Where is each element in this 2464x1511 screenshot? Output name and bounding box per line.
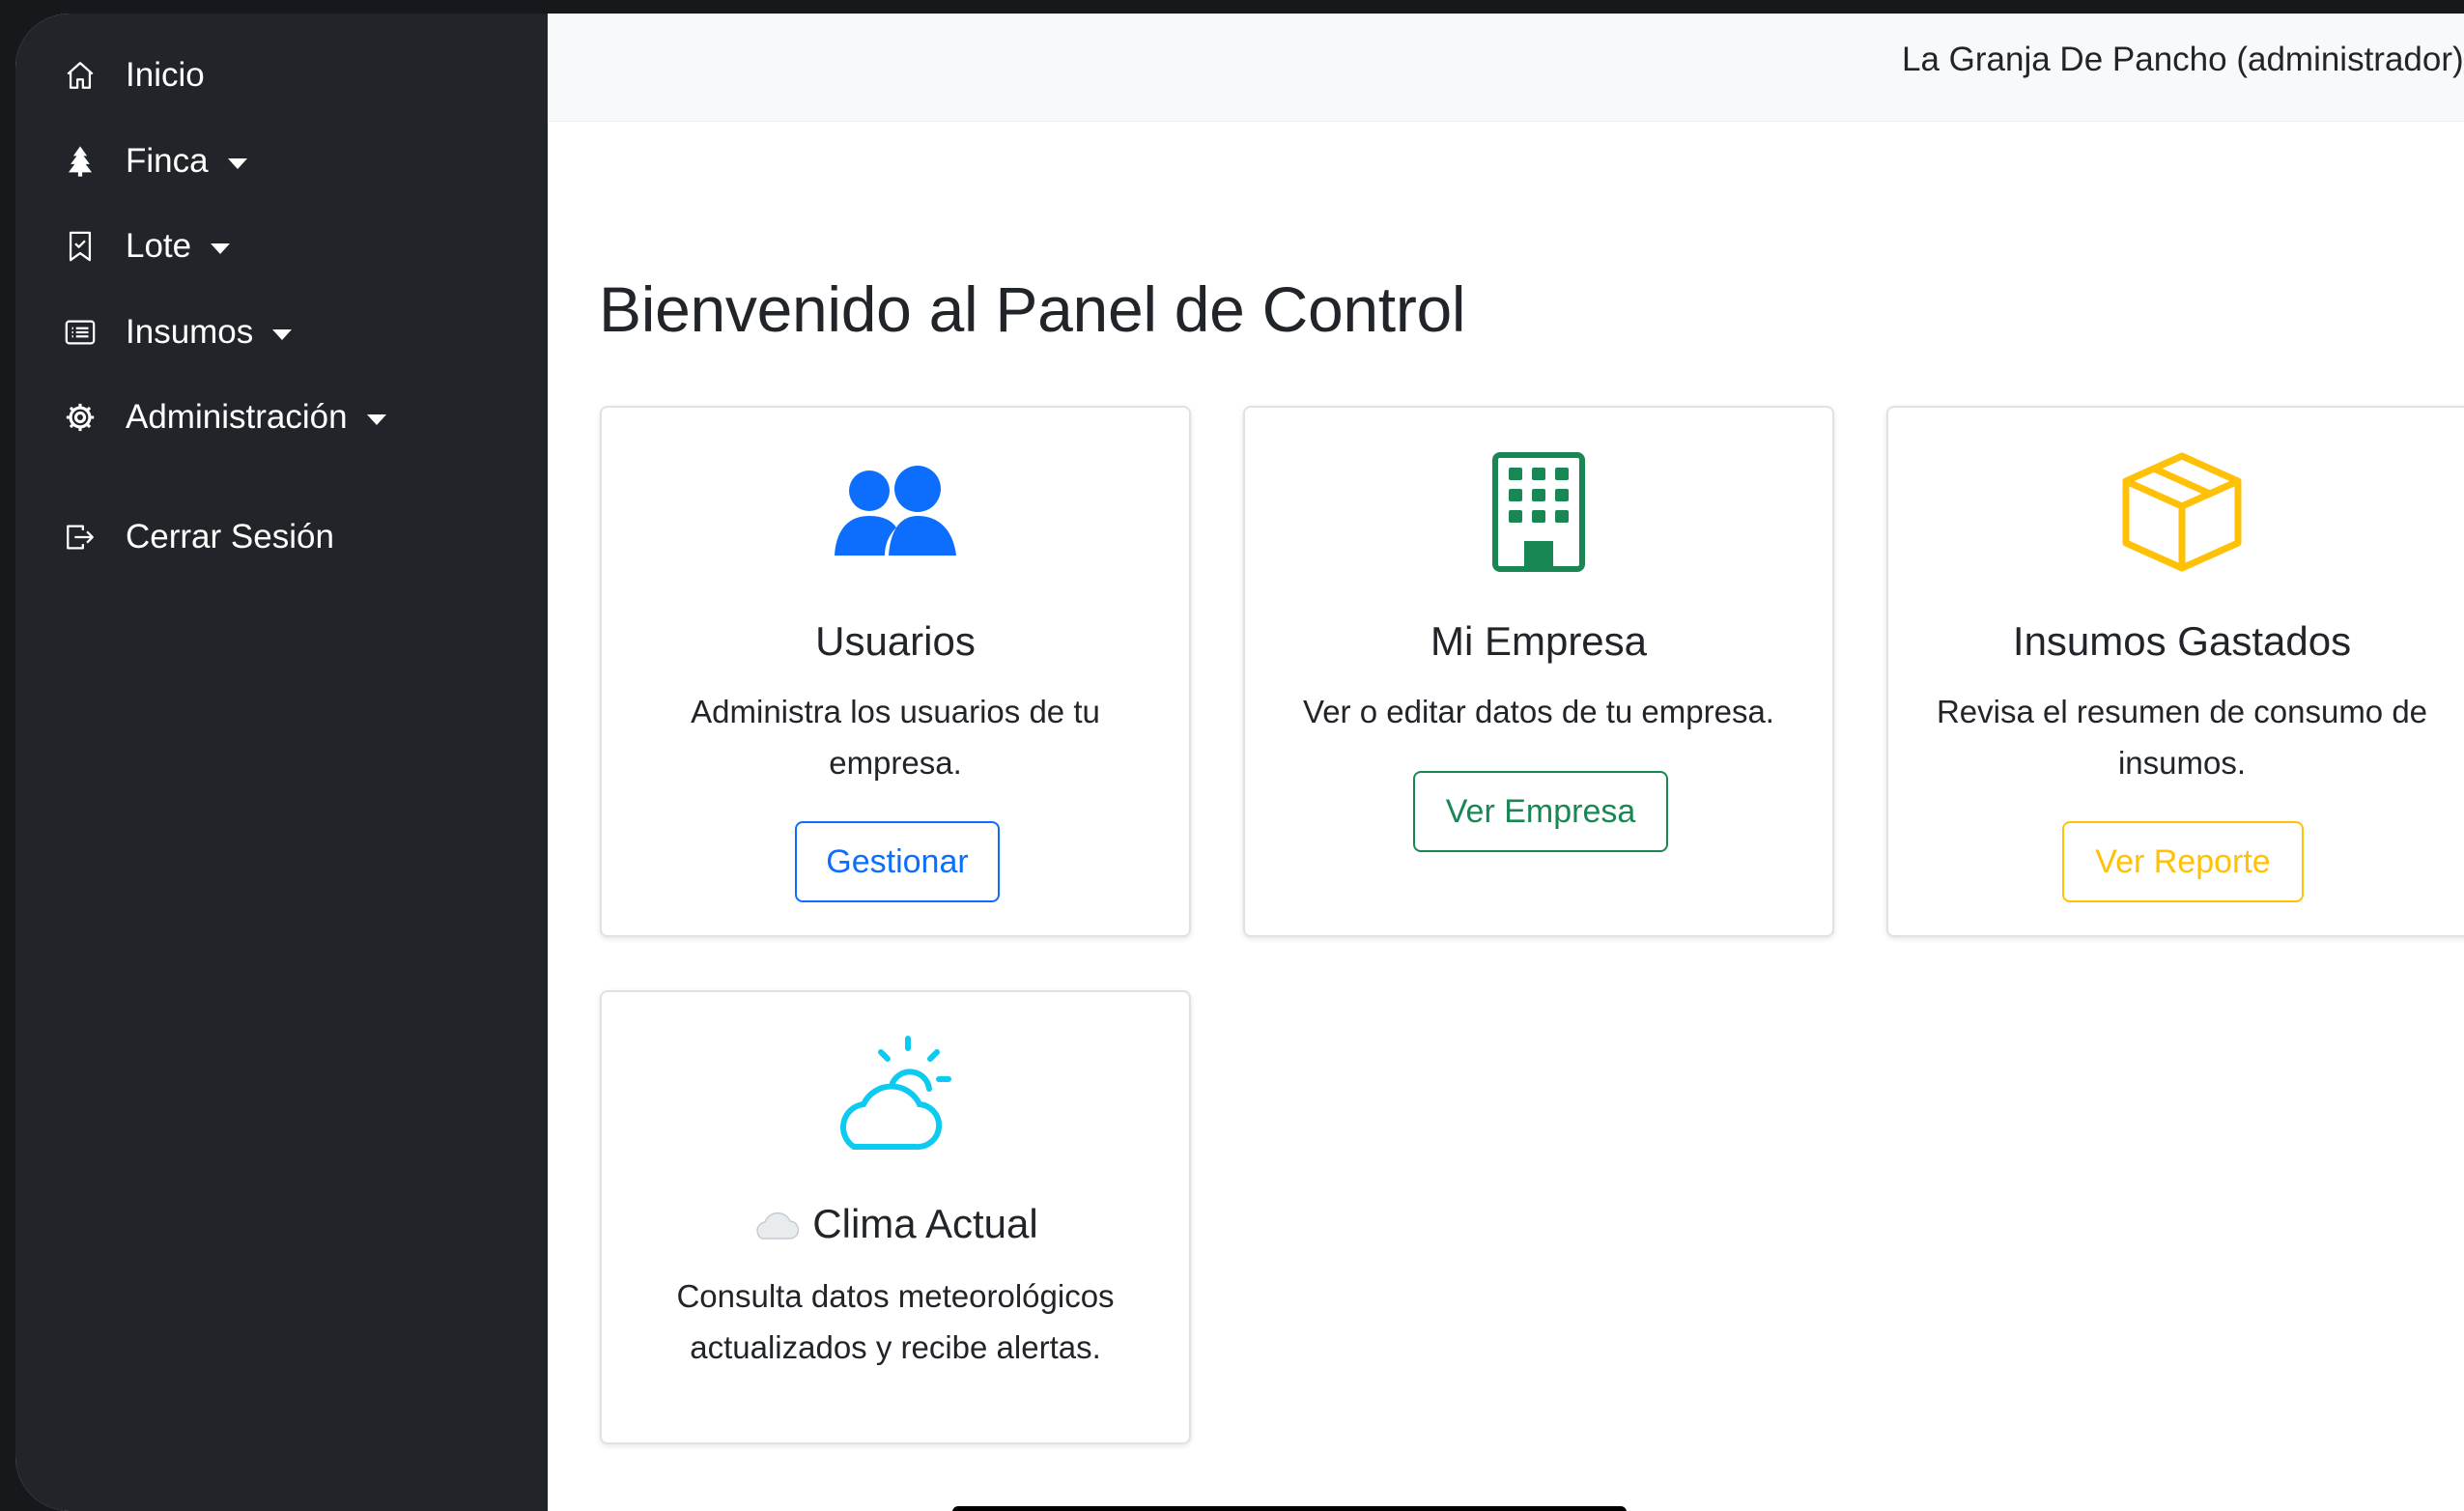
device-frame: Inicio Finca Lote Insumos Administración…	[0, 0, 2464, 1511]
card-title: Mi Empresa	[1430, 618, 1648, 664]
chevron-down-icon	[211, 242, 231, 254]
sidebar-item-lote[interactable]: Lote	[62, 219, 231, 273]
list-icon	[62, 314, 99, 351]
chevron-down-icon	[366, 413, 386, 425]
card-title-row: Clima Actual	[602, 1201, 1189, 1250]
card-title: Insumos Gastados	[2012, 618, 2352, 664]
top-navbar: La Granja De Pancho (administrador)	[548, 14, 2464, 122]
card-title: Usuarios	[815, 618, 976, 664]
cloud-icon	[752, 1204, 800, 1250]
home-indicator	[952, 1506, 1627, 1511]
sidebar-item-cerrar-sesion[interactable]: Cerrar Sesión	[62, 510, 334, 564]
card-clima-actual: Clima Actual Consulta datos meteorológic…	[600, 990, 1191, 1444]
sidebar-item-finca[interactable]: Finca	[62, 134, 247, 188]
chevron-down-icon	[272, 328, 293, 340]
page-title: Bienvenido al Panel de Control	[599, 273, 1466, 345]
card-text: Ver o editar datos de tu empresa.	[1303, 694, 1774, 729]
building-icon	[1245, 452, 1832, 572]
card-mi-empresa: Mi Empresa Ver o editar datos de tu empr…	[1243, 406, 1834, 937]
house-icon	[62, 57, 99, 94]
people-icon	[602, 464, 1189, 558]
bookmark-icon	[62, 228, 99, 265]
app-screen: Inicio Finca Lote Insumos Administración…	[15, 14, 2464, 1511]
sidebar-item-insumos[interactable]: Insumos	[62, 305, 293, 359]
card-title: Clima Actual	[812, 1201, 1038, 1246]
user-company-label[interactable]: La Granja De Pancho (administrador)	[1902, 41, 2464, 79]
sidebar: Inicio Finca Lote Insumos Administración…	[15, 14, 548, 1511]
sidebar-item-label: Finca	[126, 142, 209, 180]
sidebar-item-label: Inicio	[126, 56, 205, 94]
cloud-sun-icon	[602, 1035, 1189, 1155]
gear-icon	[62, 399, 99, 436]
card-text: Consulta datos meteorológicos actualizad…	[676, 1278, 1115, 1365]
sidebar-item-label: Lote	[126, 227, 192, 265]
sidebar-item-label: Insumos	[126, 313, 254, 351]
sidebar-item-inicio[interactable]: Inicio	[62, 48, 205, 102]
sidebar-item-label: Cerrar Sesión	[126, 518, 334, 556]
tree-icon	[62, 143, 99, 180]
chevron-down-icon	[227, 157, 247, 169]
box-icon	[1888, 450, 2464, 574]
logout-icon	[62, 519, 99, 556]
card-insumos-gastados: Insumos Gastados Revisa el resumen de co…	[1886, 406, 2464, 937]
card-text: Revisa el resumen de consumo de insumos.	[1936, 694, 2428, 781]
card-text: Administra los usuarios de tu empresa.	[691, 694, 1100, 781]
ver-reporte-button[interactable]: Ver Reporte	[2062, 821, 2304, 902]
sidebar-item-label: Administración	[126, 398, 348, 436]
card-usuarios: Usuarios Administra los usuarios de tu e…	[600, 406, 1191, 937]
ver-empresa-button[interactable]: Ver Empresa	[1413, 771, 1668, 852]
sidebar-item-administracion[interactable]: Administración	[62, 390, 386, 444]
gestionar-button[interactable]: Gestionar	[795, 821, 1000, 902]
